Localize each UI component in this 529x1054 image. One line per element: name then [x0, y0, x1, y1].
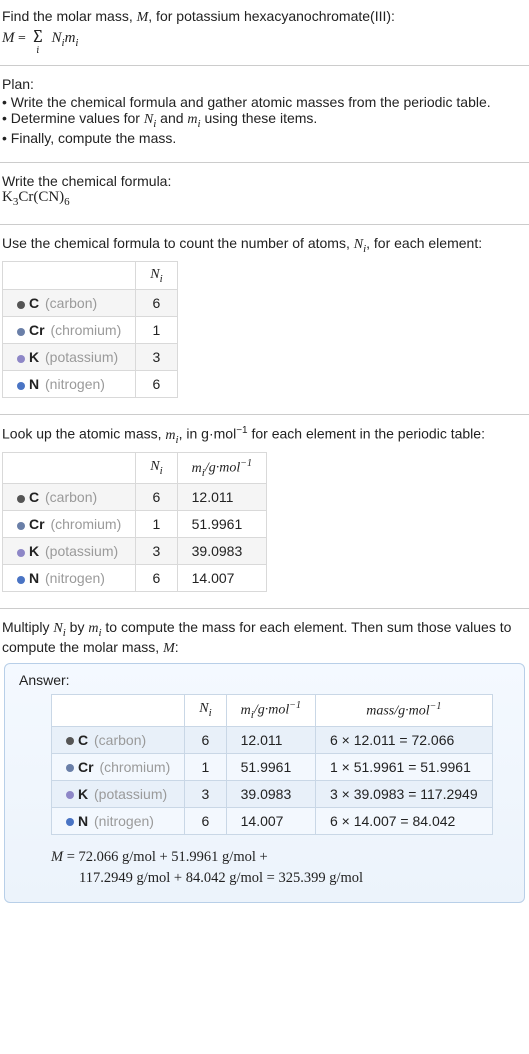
plan-item: Write the chemical formula and gather at… — [2, 94, 527, 110]
divider — [0, 162, 529, 163]
divider — [0, 224, 529, 225]
table-row: Cr (chromium) 1 — [3, 317, 178, 344]
table-row: Cr (chromium) 1 51.9961 1 × 51.9961 = 51… — [52, 753, 493, 780]
col-Ni: Ni — [136, 261, 177, 290]
table-row: Cr (chromium) 1 51.9961 — [3, 511, 267, 538]
answer-table: Ni mi/g·mol−1 mass/g·mol−1 C (carbon) 6 … — [51, 694, 493, 834]
count-table: Ni C (carbon) 6 Cr (chromium) 1 K (potas… — [2, 261, 178, 399]
plan-item: Finally, compute the mass. — [2, 130, 527, 146]
multiply-heading: Multiply Ni by mi to compute the mass fo… — [2, 619, 527, 657]
plan-section: Plan: Write the chemical formula and gat… — [0, 72, 529, 156]
table-row: N (nitrogen) 6 14.007 — [3, 565, 267, 592]
col-element — [3, 452, 136, 483]
count-heading: Use the chemical formula to count the nu… — [2, 235, 527, 255]
table-row: C (carbon) 6 12.011 — [3, 484, 267, 511]
divider — [0, 608, 529, 609]
table-row: N (nitrogen) 6 14.007 6 × 14.007 = 84.04… — [52, 807, 493, 834]
table-row: N (nitrogen) 6 — [3, 371, 178, 398]
table-row: C (carbon) 6 — [3, 290, 178, 317]
mass-section: Look up the atomic mass, mi, in g·mol−1 … — [0, 421, 529, 602]
final-equation: M = 72.066 g/mol + 51.9961 g/mol + 117.2… — [51, 847, 514, 891]
table-row: K (potassium) 3 39.0983 3 × 39.0983 = 11… — [52, 780, 493, 807]
table-row: C (carbon) 6 12.011 6 × 12.011 = 72.066 — [52, 726, 493, 753]
col-Ni: Ni — [185, 695, 226, 726]
table-row: K (potassium) 3 39.0983 — [3, 538, 267, 565]
intro-formula: M = ∑i Nimi — [2, 28, 527, 49]
col-element — [52, 695, 185, 726]
divider — [0, 414, 529, 415]
intro-section: Find the molar mass, M, for potassium he… — [0, 4, 529, 59]
divider — [0, 65, 529, 66]
plan-list: Write the chemical formula and gather at… — [2, 94, 527, 146]
count-section: Use the chemical formula to count the nu… — [0, 231, 529, 409]
table-row: K (potassium) 3 — [3, 344, 178, 371]
mass-table: Ni mi/g·mol−1 C (carbon) 6 12.011 Cr (ch… — [2, 452, 267, 592]
col-element — [3, 261, 136, 290]
mass-heading: Look up the atomic mass, mi, in g·mol−1 … — [2, 425, 527, 445]
col-mass: mass/g·mol−1 — [315, 695, 492, 726]
chem-formula-section: Write the chemical formula: K3Cr(CN)6 — [0, 169, 529, 218]
intro-line1: Find the molar mass, M, for potassium he… — [2, 8, 527, 26]
col-mi: mi/g·mol−1 — [226, 695, 315, 726]
multiply-section: Multiply Ni by mi to compute the mass fo… — [0, 615, 529, 915]
col-mi: mi/g·mol−1 — [177, 452, 266, 483]
answer-label: Answer: — [19, 672, 514, 688]
plan-heading: Plan: — [2, 76, 527, 92]
answer-box: Answer: Ni mi/g·mol−1 mass/g·mol−1 C (ca… — [4, 663, 525, 903]
col-Ni: Ni — [136, 452, 177, 483]
chem-formula: K3Cr(CN)6 — [2, 189, 527, 208]
chem-formula-heading: Write the chemical formula: — [2, 173, 527, 189]
plan-item: Determine values for Ni and mi using the… — [2, 110, 527, 130]
